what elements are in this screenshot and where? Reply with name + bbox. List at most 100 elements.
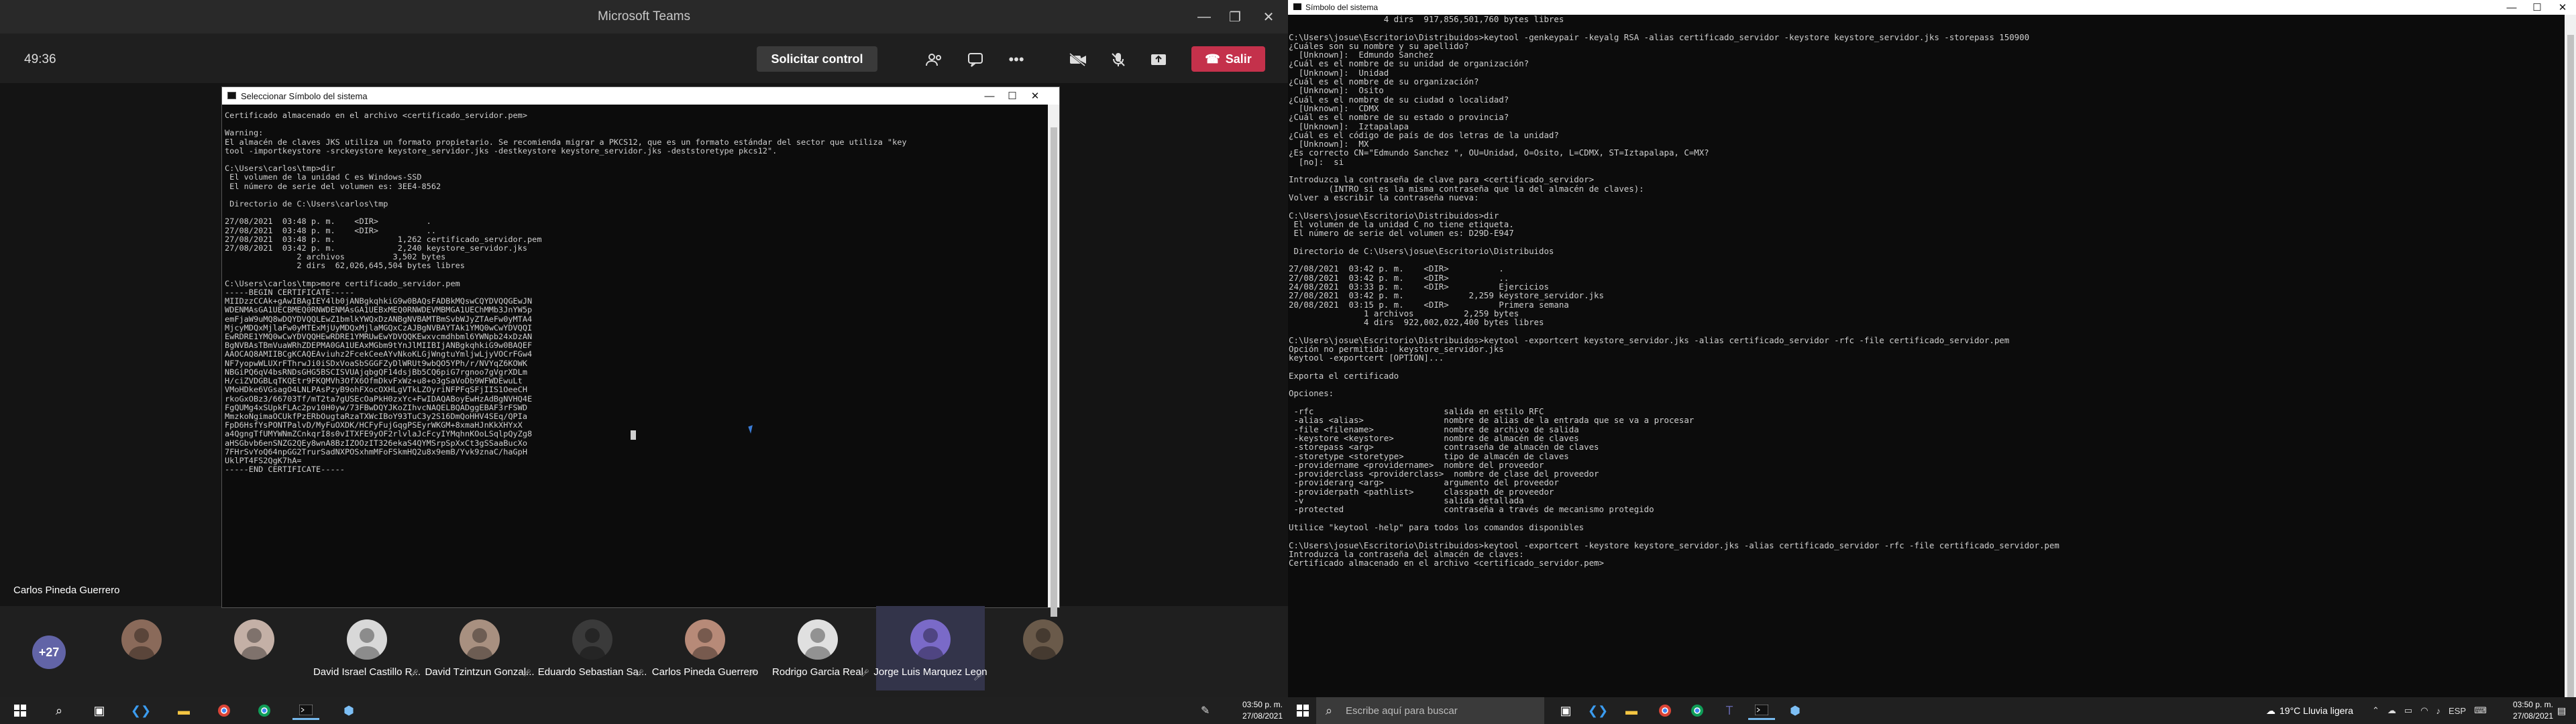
mic-off-icon: 🎤︎ (635, 670, 644, 677)
taskbar-search-input[interactable]: ⌕ Escribe aquí para buscar (1316, 697, 1544, 724)
tray-icons[interactable]: ⌃ ☁ ▭ ◠ ♪ ESP ⌨ (2372, 697, 2487, 724)
share-screen-icon[interactable] (1147, 48, 1170, 71)
participant-name: David Israel Castillo R... (313, 666, 421, 678)
participant-tile[interactable]: Rodrigo Garcia Real 🎤︎ (763, 606, 872, 686)
clock-right[interactable]: 03:50 p. m. 27/08/2021 (2502, 697, 2553, 722)
leave-label: Salir (1225, 52, 1252, 66)
participant-tiles: David Israel Castillo R... 🎤︎ David Tzintz… (0, 606, 1288, 697)
settings-icon[interactable]: ⬢ (1782, 701, 1809, 720)
file-explorer-icon[interactable]: ▬ (1618, 701, 1645, 720)
windows-start-icon-2[interactable] (1289, 701, 1316, 720)
scrollbar-thumb[interactable] (2567, 35, 2574, 705)
meeting-timer: 49:36 (24, 52, 56, 66)
avatar (234, 619, 274, 660)
avatar (347, 619, 387, 660)
cmd1-output: Certificado almacenado en el archivo <ce… (225, 111, 907, 475)
participants-icon[interactable] (923, 48, 946, 71)
close-icon[interactable]: ✕ (1024, 87, 1046, 105)
terminal-icon (1293, 3, 1301, 10)
avatar (798, 619, 838, 660)
vscode-icon[interactable]: ❮❯ (127, 701, 154, 720)
cmd2-title: Símbolo del sistema (1305, 3, 1379, 12)
mic-off-icon: 🎤︎ (410, 670, 419, 677)
pen-icon[interactable]: ✎ (1201, 704, 1210, 717)
maximize-icon[interactable]: ☐ (1002, 87, 1023, 105)
vscode-icon[interactable]: ❮❯ (1585, 701, 1611, 720)
language-indicator[interactable]: ESP (2449, 706, 2466, 716)
chevron-up-icon[interactable]: ⌃ (2372, 705, 2379, 716)
camera-off-icon[interactable] (1067, 48, 1089, 71)
taskbar (0, 697, 2576, 724)
participant-name: David Tzintzun Gonzal... (425, 666, 535, 678)
avatar (910, 619, 951, 660)
cmd-taskbar-icon[interactable] (1748, 701, 1775, 720)
cloud-rain-icon: ☁ (2266, 705, 2275, 716)
cmd1-title-bar: Seleccionar Símbolo del sistema (222, 87, 1059, 105)
teams-title-bar: Microsoft Teams (0, 0, 1288, 34)
meeting-controls-bar: 49:36 Solicitar control ••• ☎ Salir (0, 34, 1288, 83)
settings-icon[interactable]: ⬢ (335, 701, 362, 720)
close-icon[interactable]: ✕ (1253, 0, 1284, 34)
scrollbar-thumb[interactable] (1051, 127, 1057, 617)
volume-icon[interactable]: ♪ (2436, 706, 2441, 716)
participant-tile[interactable]: Eduardo Sebastian Sa... 🎤︎ (538, 606, 647, 686)
terminal-icon (227, 92, 236, 99)
minimize-icon[interactable]: — (1189, 0, 1220, 34)
maximize-icon[interactable]: ☐ (2526, 0, 2548, 15)
chrome-icon[interactable] (211, 701, 237, 720)
cmd2-output: 4 dirs 917,856,501,760 bytes libres C:\U… (1289, 15, 2059, 568)
avatar (685, 619, 725, 660)
local-cmd-window: Símbolo del sistema — ☐ ✕ 4 dirs 917,856… (1288, 0, 2576, 705)
participant-tile[interactable]: Jorge Luis Marquez Leon 🎤︎ (873, 606, 987, 690)
mic-off-icon[interactable] (1107, 48, 1130, 71)
search-placeholder: Escribe aquí para buscar (1346, 705, 1458, 717)
battery-icon[interactable]: ▭ (2404, 705, 2412, 716)
clock-left[interactable]: 03:50 p. m. 27/08/2021 (1232, 697, 1283, 722)
cmd-taskbar-icon[interactable] (292, 701, 319, 720)
notifications-icon[interactable]: ▤ (2557, 705, 2566, 717)
participant-tile[interactable]: David Tzintzun Gonzal... 🎤︎ (425, 606, 535, 686)
task-view-icon[interactable]: ▣ (1552, 701, 1579, 720)
avatar (121, 619, 162, 660)
presenter-name: Carlos Pineda Guerrero (13, 585, 120, 596)
chrome-icon[interactable] (1652, 701, 1678, 720)
chrome-icon-2[interactable] (251, 701, 278, 720)
windows-start-icon[interactable] (7, 701, 34, 720)
participant-tile[interactable] (200, 606, 309, 686)
avatar (1023, 619, 1063, 660)
participant-tile[interactable]: Carlos Pineda Guerrero 🎤︎ (651, 606, 759, 686)
file-explorer-icon[interactable]: ▬ (170, 701, 197, 720)
time-right: 03:50 p. m. (2512, 700, 2553, 709)
participant-tile[interactable]: David Israel Castillo R... 🎤︎ (313, 606, 421, 686)
text-cursor (631, 430, 636, 440)
teams-icon[interactable]: T (1716, 701, 1743, 720)
participant-name: Jorge Luis Marquez Leon (873, 666, 987, 678)
leave-button[interactable]: ☎ Salir (1191, 46, 1265, 72)
more-options-icon[interactable]: ••• (1005, 48, 1028, 71)
wifi-icon[interactable]: ◠ (2420, 705, 2428, 716)
chat-icon[interactable] (965, 48, 987, 71)
close-icon[interactable]: ✕ (2552, 0, 2573, 15)
weather-widget[interactable]: ☁ 19°C Lluvia ligera (2266, 697, 2353, 724)
cmd2-scrollbar[interactable] (2565, 15, 2576, 705)
keyboard-icon[interactable]: ⌨ (2474, 705, 2487, 716)
teams-window-title: Microsoft Teams (598, 9, 690, 23)
cloud-icon[interactable]: ☁ (2387, 705, 2396, 716)
participant-name: Eduardo Sebastian Sa... (537, 666, 647, 678)
participant-tile[interactable] (87, 606, 196, 686)
minimize-icon[interactable]: — (2501, 0, 2522, 15)
participant-tile[interactable] (989, 606, 1097, 686)
chrome-icon-2[interactable] (1684, 701, 1711, 720)
search-icon[interactable]: ⌕ (46, 701, 72, 720)
mic-off-icon: 🎤︎ (861, 670, 869, 677)
maximize-icon[interactable]: ❐ (1220, 0, 1250, 34)
request-control-button[interactable]: Solicitar control (757, 46, 877, 72)
date-right: 27/08/2021 (2512, 711, 2553, 721)
cmd1-title: Seleccionar Símbolo del sistema (241, 90, 368, 101)
task-view-icon[interactable]: ▣ (86, 701, 113, 720)
cmd1-scrollbar[interactable] (1048, 105, 1059, 617)
phone-hangup-icon: ☎ (1205, 52, 1220, 66)
mic-off-icon: 🎤︎ (523, 670, 531, 677)
minimize-icon[interactable]: — (979, 87, 1000, 105)
mic-off-icon: 🎤︎ (748, 670, 757, 677)
